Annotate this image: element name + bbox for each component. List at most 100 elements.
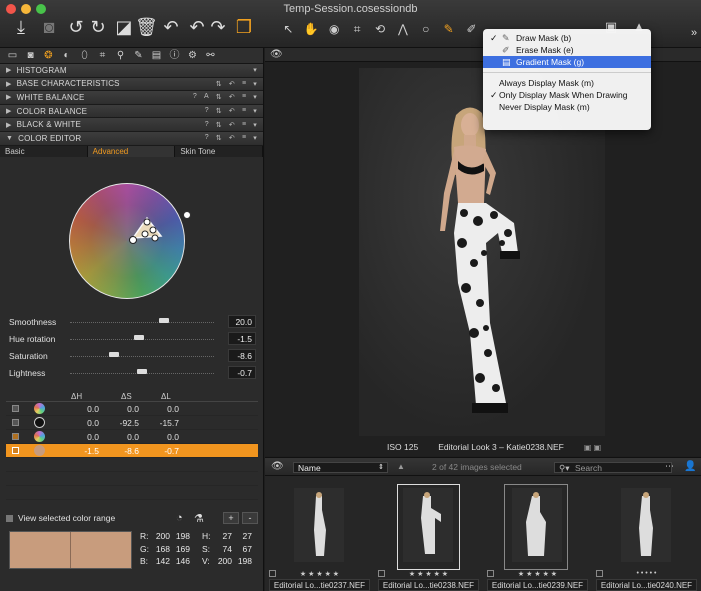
output-tab-icon[interactable]: ▤ [150,50,163,62]
rotate-tool-icon[interactable]: ⟲ [372,20,389,38]
library-tab-icon[interactable]: ▭ [6,50,19,62]
eye-icon[interactable]: 👁 [270,49,283,60]
auto-icon[interactable]: A [204,93,209,101]
rating[interactable]: • • • • • [596,570,697,578]
copy-apply-icon[interactable]: ⇅ [216,80,222,88]
spot-icon[interactable]: ○ [417,20,434,38]
select-checkbox[interactable] [378,570,385,577]
eraser-icon[interactable]: ✐ [463,20,480,38]
menu-item-draw-mask[interactable]: ✓ ✎ Draw Mask (b) [483,32,651,44]
star-rating[interactable]: ★ ★ ★ ★ ★ [518,571,557,578]
copy-apply-icon[interactable]: ⇅ [216,121,222,129]
select-cursor-icon[interactable]: ↖ [280,20,297,38]
crop-icon[interactable]: ⌗ [349,20,366,38]
rating[interactable]: ★ ★ ★ ★ ★ [378,570,479,578]
adjustment-icon[interactable]: ◪ [113,16,135,38]
user-icon[interactable]: 👤 [684,461,696,472]
metadata-tab-icon[interactable]: ⓘ [168,50,181,62]
tool-header-base-characteristics[interactable]: ▶ BASE CHARACTERISTICS ⇅ ↶ ≡ ▾ [0,77,263,92]
view-range-checkbox[interactable] [6,514,13,522]
star-rating[interactable]: ★ ★ ★ ★ ★ [300,571,339,578]
menu-item-never-display-mask[interactable]: Never Display Mask (m) [483,101,651,113]
rating[interactable]: ★ ★ ★ ★ ★ [487,570,588,578]
slider-track[interactable] [70,322,214,323]
eye-icon[interactable]: 👁 [271,461,284,472]
help-icon[interactable]: ? [205,107,209,115]
lens-tab-icon[interactable]: ⬯ [78,50,91,62]
undo-icon[interactable]: ↶ [160,16,182,38]
thumbnail-image[interactable] [512,488,562,562]
reset-icon[interactable]: ↶ [229,134,235,142]
presets-icon[interactable]: ≡ [242,107,246,115]
more-toolbar-icon[interactable]: » [683,22,701,44]
slider-value[interactable]: -0.7 [228,366,256,379]
menu-item-gradient-mask[interactable]: ▤ Gradient Mask (g) [483,56,651,68]
tool-header-histogram[interactable]: ▶ HISTOGRAM ▾ [0,64,263,78]
slider-thumb[interactable] [109,352,119,357]
tool-header-color-editor[interactable]: ▼ COLOR EDITOR ? ⇅ ↶ ≡ ▾ [0,131,263,146]
help-icon[interactable]: ? [205,121,209,129]
slider-thumb[interactable] [134,335,144,340]
slider-value[interactable]: -1.5 [228,332,256,345]
local-adjustments-tab-icon[interactable]: ✎ [132,50,145,62]
keystone-icon[interactable]: ⋀ [394,20,411,38]
hue-handle[interactable] [183,211,191,219]
thumbnail-selected[interactable]: ★ ★ ★ ★ ★ Editorial Lo...tie0238.NEF [374,478,483,591]
copy-apply-icon[interactable]: ⇅ [216,134,222,142]
thumbnail[interactable]: ★ ★ ★ ★ ★ Editorial Lo...tie0237.NEF [265,478,374,591]
star-rating[interactable]: ★ ★ ★ ★ ★ [409,571,448,578]
slider-thumb[interactable] [159,318,169,323]
help-icon[interactable]: ? [193,93,197,101]
composition-tab-icon[interactable]: ⌗ [96,50,109,62]
presets-icon[interactable]: ≡ [242,80,246,88]
thumbnail-image[interactable] [294,488,344,562]
rotate-left-icon[interactable]: ↺ [65,16,87,38]
tool-header-black-white[interactable]: ▶ BLACK & WHITE ? ⇅ ↶ ≡ ▾ [0,118,263,132]
thumbnail-image[interactable] [403,488,453,562]
loupe-icon[interactable]: ◉ [326,20,343,38]
table-row-selected[interactable]: -1.5 -8.6 -0.7 [6,444,258,458]
reset-icon[interactable]: ↶ [229,121,235,129]
search-input[interactable]: ⚲▾ Search [554,462,672,473]
batch-tab-icon[interactable]: ⚯ [204,50,217,62]
back-icon[interactable]: ↶ [186,16,208,38]
color-tab-icon[interactable]: ❂ [42,50,55,62]
menu-item-always-display-mask[interactable]: Always Display Mask (m) [483,77,651,89]
details-tab-icon[interactable]: ⚲ [114,50,127,62]
select-checkbox[interactable] [596,570,603,577]
pan-icon[interactable]: ✋ [303,20,320,38]
menu-icon[interactable]: ▾ [253,66,257,74]
select-checkbox[interactable] [269,570,276,577]
more-options-icon[interactable]: ⋯ [665,461,674,472]
import-icon[interactable]: ⤓ [10,16,32,38]
rotate-right-icon[interactable]: ↻ [87,16,109,38]
presets-icon[interactable]: ≡ [242,134,246,142]
reset-icon[interactable]: ↶ [229,80,235,88]
table-row[interactable]: 0.0 -92.5 -15.7 [6,416,258,430]
thumbnail-selected[interactable]: ★ ★ ★ ★ ★ Editorial Lo...tie0239.NEF [483,478,592,591]
add-color-button[interactable]: + [223,512,239,524]
tool-header-white-balance[interactable]: ▶ WHITE BALANCE ? A ⇅ ↶ ≡ ▾ [0,91,263,105]
capture-tab-icon[interactable]: ◙ [24,50,37,62]
menu-icon[interactable]: ▾ [253,80,257,88]
menu-icon[interactable]: ▾ [253,93,257,101]
menu-icon[interactable]: ▾ [253,134,257,142]
brush-icon[interactable]: ✎ [440,20,457,38]
table-row[interactable]: 0.0 0.0 0.0 [6,402,258,416]
tab-advanced[interactable]: Advanced [87,145,176,157]
sort-direction-icon[interactable]: ▲ [397,462,405,471]
enable-checkbox[interactable] [12,405,19,412]
reset-icon[interactable]: ↶ [229,93,235,101]
tab-skin-tone[interactable]: Skin Tone [175,145,264,157]
slider-value[interactable]: 20.0 [228,315,256,328]
variants-icon[interactable]: ❐ [233,16,255,38]
select-checkbox[interactable] [487,570,494,577]
rating[interactable]: ★ ★ ★ ★ ★ [269,570,370,578]
sort-select[interactable]: Name ⇕ [293,462,388,473]
copy-apply-icon[interactable]: ⇅ [216,107,222,115]
presets-icon[interactable]: ≡ [242,93,246,101]
forward-icon[interactable]: ↷ [207,16,229,38]
help-icon[interactable]: ? [205,134,209,142]
menu-icon[interactable]: ▾ [253,107,257,115]
exposure-tab-icon[interactable]: ◐ [60,50,73,62]
